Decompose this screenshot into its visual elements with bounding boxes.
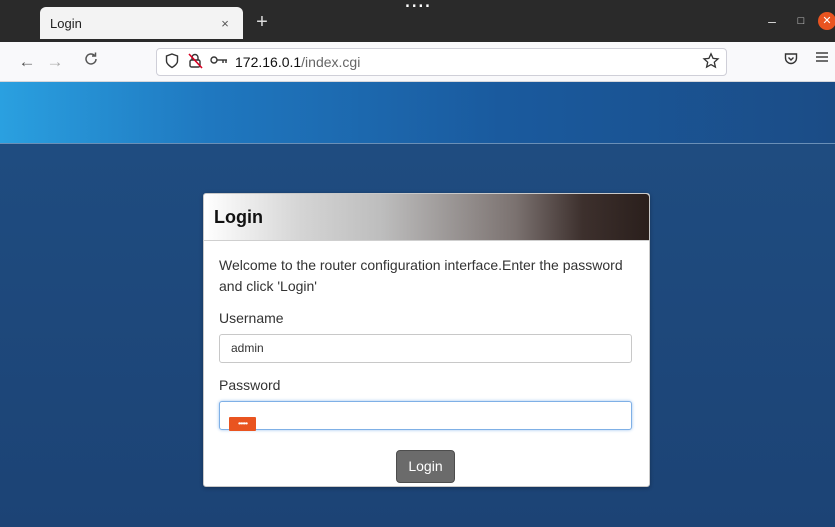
- hamburger-menu-icon[interactable]: [815, 50, 829, 69]
- close-window-button[interactable]: ✕: [818, 12, 835, 30]
- star-icon[interactable]: [702, 52, 720, 75]
- reload-icon: [85, 52, 97, 65]
- url-bar[interactable]: 172.16.0.1/index.cgi: [156, 48, 727, 76]
- pocket-icon[interactable]: [784, 52, 798, 69]
- url-text[interactable]: 172.16.0.1/index.cgi: [235, 54, 360, 70]
- navigation-bar: ← → 172.16.0.1/index.cgi: [0, 42, 835, 82]
- username-label: Username: [219, 310, 284, 326]
- login-title: Login: [214, 206, 263, 227]
- browser-tab[interactable]: Login ×: [40, 7, 243, 39]
- lock-warning-icon[interactable]: [188, 53, 203, 72]
- new-tab-button[interactable]: +: [250, 10, 274, 34]
- shield-icon[interactable]: [165, 53, 179, 72]
- page-header-banner: [0, 82, 835, 144]
- login-button[interactable]: Login: [396, 450, 455, 483]
- url-path: /index.cgi: [301, 54, 361, 70]
- reload-button[interactable]: [80, 51, 102, 73]
- welcome-message: Welcome to the router configuration inte…: [219, 257, 623, 294]
- tab-title: Login: [50, 15, 82, 31]
- back-button[interactable]: ←: [16, 51, 38, 73]
- password-mask-dots: •••••: [229, 417, 256, 431]
- minimize-button[interactable]: –: [761, 10, 783, 32]
- login-panel-header: Login: [204, 194, 649, 241]
- password-input[interactable]: [219, 401, 632, 430]
- maximize-button[interactable]: □: [790, 10, 812, 32]
- key-icon[interactable]: [210, 54, 228, 69]
- forward-button[interactable]: →: [44, 51, 66, 73]
- login-panel-body: Welcome to the router configuration inte…: [204, 241, 649, 430]
- url-host: 172.16.0.1: [235, 54, 302, 70]
- password-label: Password: [219, 377, 281, 393]
- login-panel: Login Welcome to the router configuratio…: [203, 193, 650, 487]
- username-input[interactable]: admin: [219, 334, 632, 363]
- tab-close-icon[interactable]: ×: [217, 16, 233, 31]
